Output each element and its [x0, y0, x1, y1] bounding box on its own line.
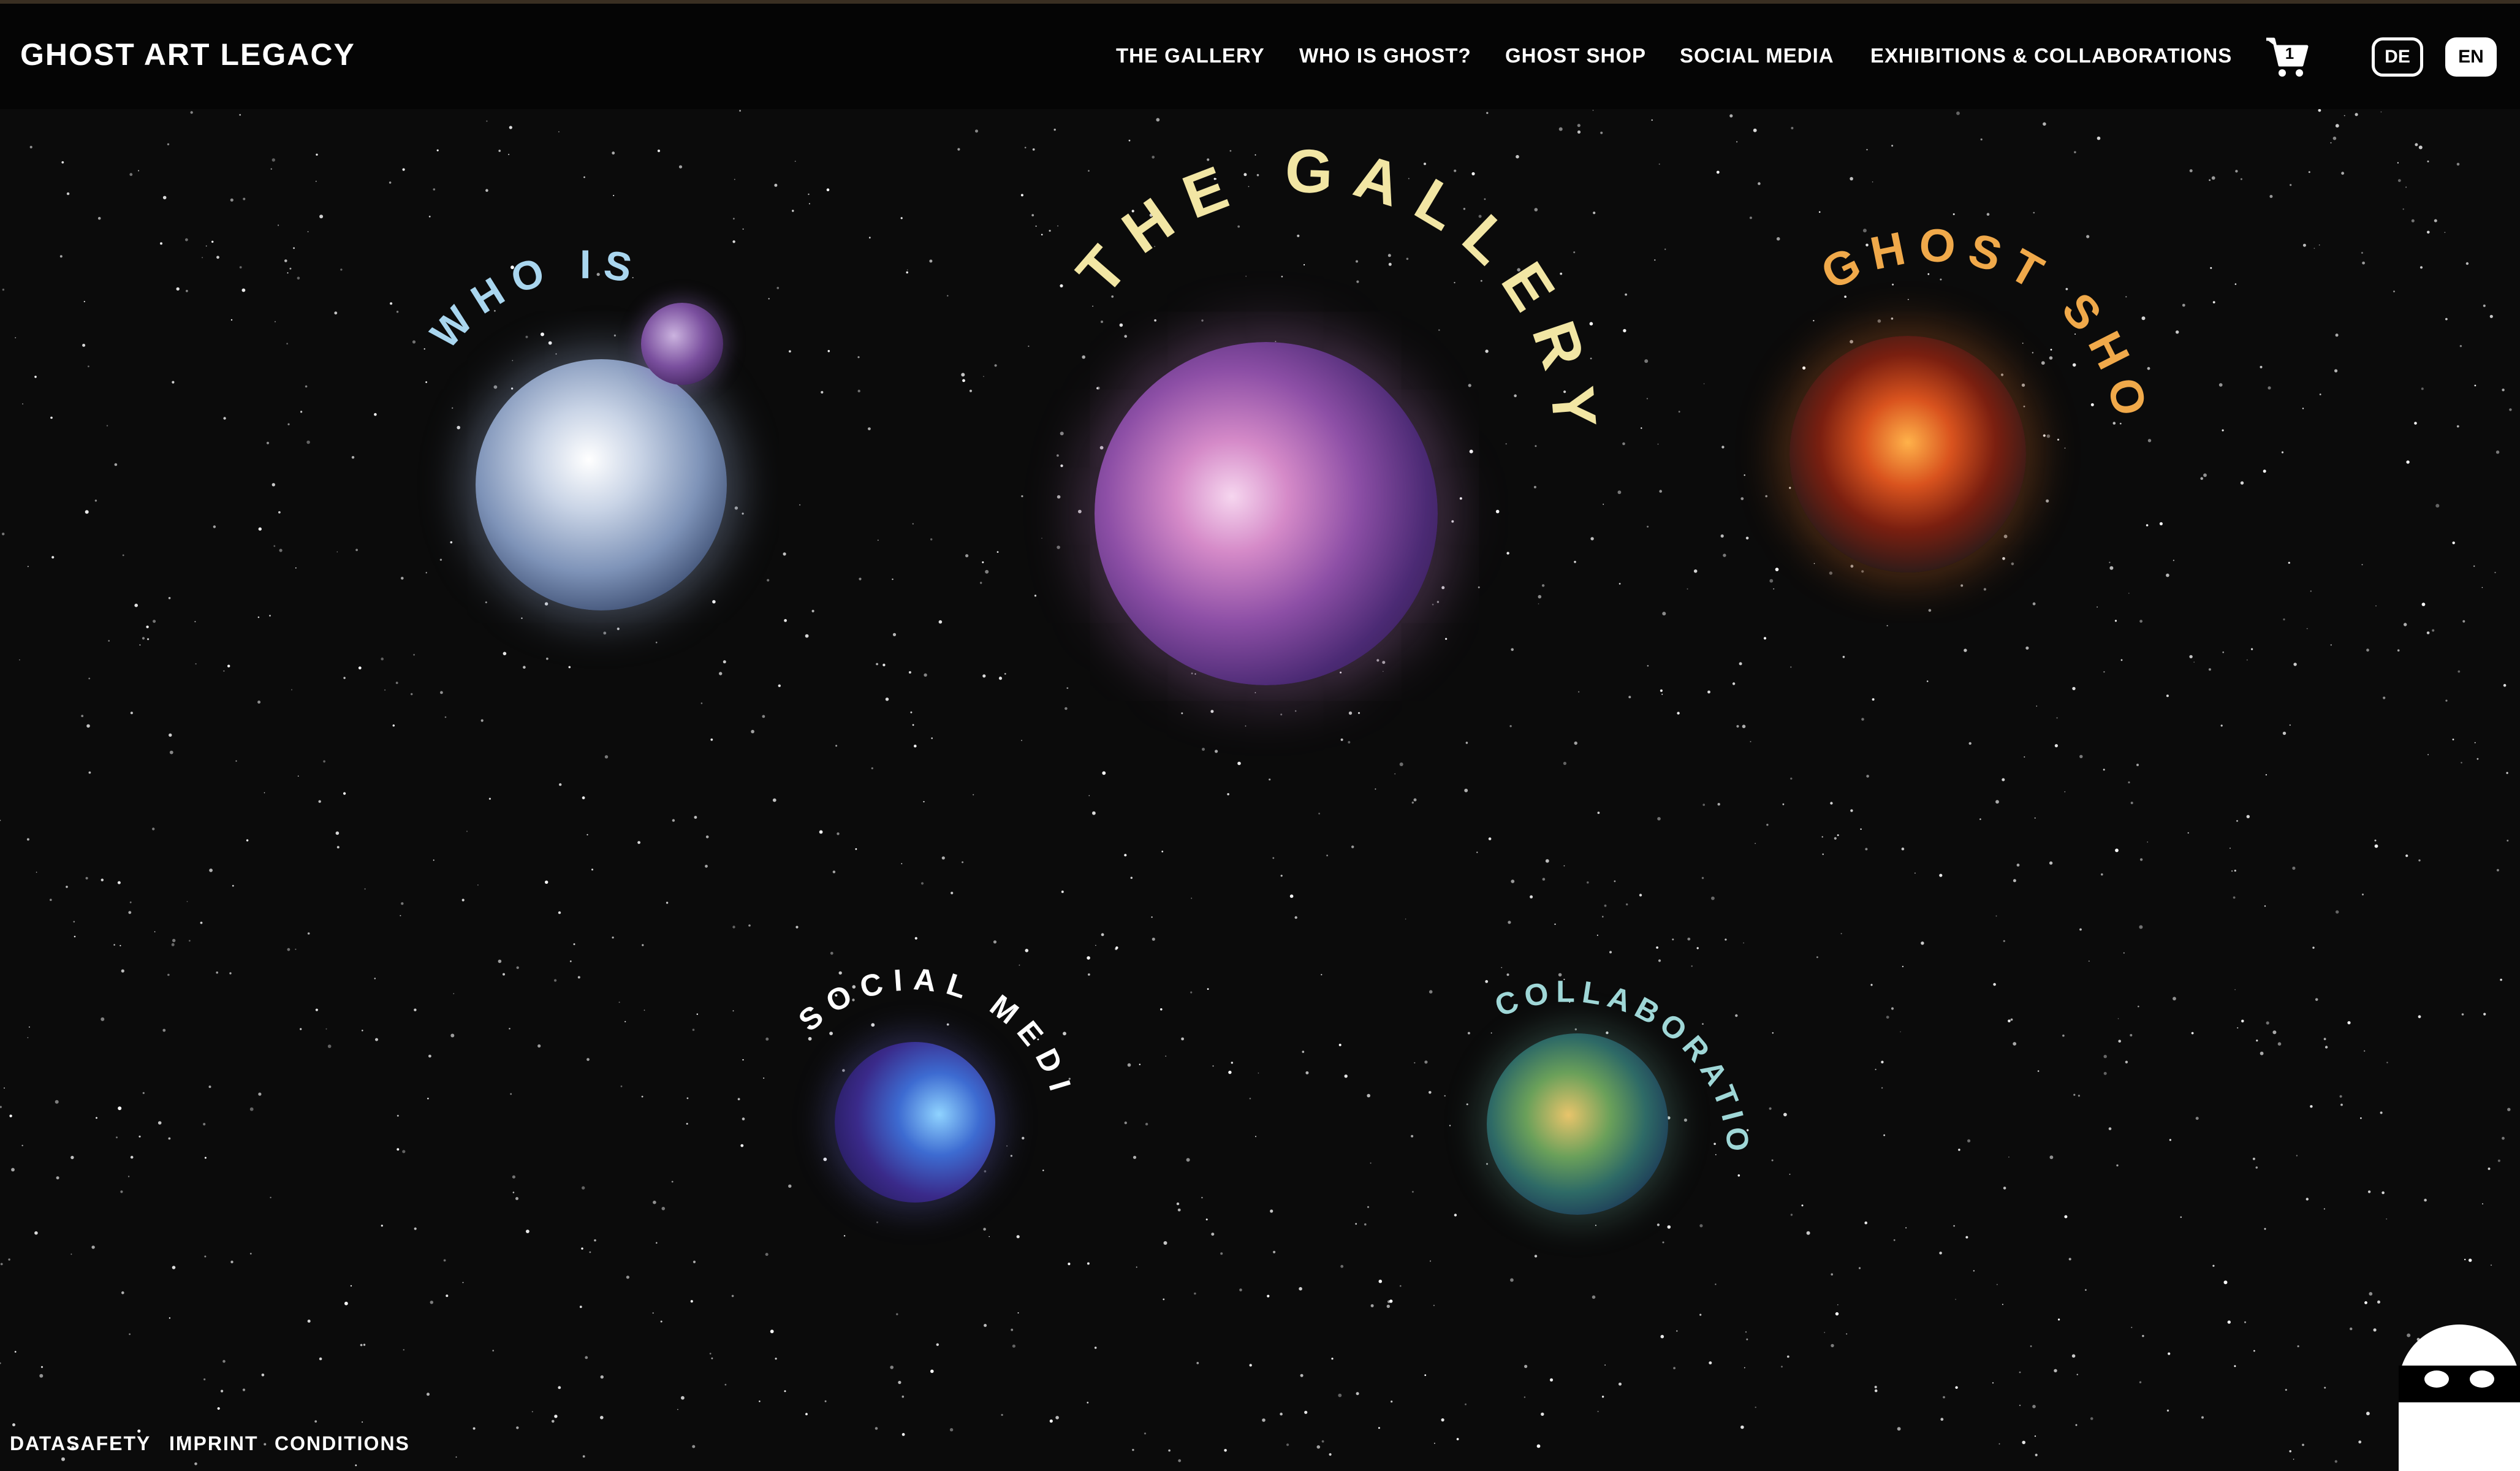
label-the-gallery[interactable]: THE GALLERY — [1064, 136, 1611, 448]
label-social-media[interactable]: SOCIAL MEDIA — [0, 0, 1080, 1104]
label-ghost-shop[interactable]: GHOST SHOP — [0, 0, 2158, 431]
ghost-mascot-icon[interactable] — [2399, 1318, 2520, 1471]
footer-link-datasafety[interactable]: DATASAFETY — [10, 1432, 151, 1455]
footer-link-imprint[interactable]: IMPRINT — [169, 1432, 259, 1455]
footer-link-conditions[interactable]: CONDITIONS — [275, 1432, 410, 1455]
planet-labels-layer: WHO IS THE GALLERY GHOST SHOP SOCIAL MED… — [0, 0, 2158, 1159]
label-who-is[interactable]: WHO IS — [422, 241, 646, 357]
